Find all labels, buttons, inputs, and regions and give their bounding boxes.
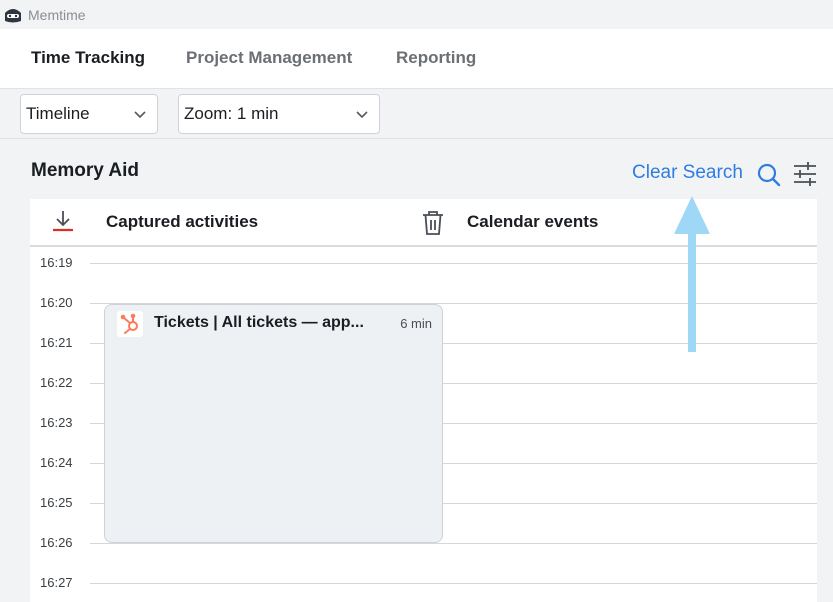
time-label: 16:21 xyxy=(40,335,73,350)
captured-activities-header: Captured activities xyxy=(106,212,259,231)
trash-icon[interactable] xyxy=(421,210,445,236)
timeline-row: 16:27 xyxy=(30,575,817,602)
time-gridline xyxy=(90,583,817,584)
zoom-select-value: Zoom: 1 min xyxy=(184,104,279,123)
filter-sliders-icon[interactable] xyxy=(792,161,818,187)
view-select[interactable]: Timeline xyxy=(20,94,158,134)
time-label: 16:26 xyxy=(40,535,73,550)
time-label: 16:20 xyxy=(40,295,73,310)
app-title: Memtime xyxy=(28,6,86,23)
time-gridline xyxy=(90,543,817,544)
time-label: 16:27 xyxy=(40,575,73,590)
tab-time-tracking[interactable]: Time Tracking xyxy=(31,48,145,68)
time-label: 16:19 xyxy=(40,255,73,270)
search-icon[interactable] xyxy=(756,162,782,188)
calendar-events-header: Calendar events xyxy=(467,212,599,231)
memtime-logo-icon xyxy=(2,4,24,26)
title-bar: Memtime xyxy=(0,0,833,29)
memory-aid-title: Memory Aid xyxy=(31,160,140,181)
time-label: 16:24 xyxy=(40,455,73,470)
chevron-down-icon xyxy=(356,111,368,119)
annotation-arrow-icon xyxy=(674,196,710,352)
chevron-down-icon xyxy=(134,111,146,119)
time-label: 16:25 xyxy=(40,495,73,510)
main-nav: Time Tracking Project Management Reporti… xyxy=(0,29,833,89)
time-label: 16:23 xyxy=(40,415,73,430)
view-select-value: Timeline xyxy=(26,104,90,123)
timeline-row: 16:26 xyxy=(30,535,817,583)
hubspot-icon xyxy=(117,311,143,337)
time-label: 16:22 xyxy=(40,375,73,390)
activity-block[interactable]: Tickets | All tickets — app... 6 min xyxy=(104,304,443,543)
tab-project-management[interactable]: Project Management xyxy=(186,48,352,68)
view-toolbar: Timeline Zoom: 1 min xyxy=(0,89,833,139)
activity-duration: 6 min xyxy=(400,316,432,331)
download-icon[interactable] xyxy=(50,208,76,234)
zoom-select[interactable]: Zoom: 1 min xyxy=(178,94,380,134)
tab-reporting[interactable]: Reporting xyxy=(396,48,476,68)
clear-search-button[interactable]: Clear Search xyxy=(632,162,743,184)
activity-title: Tickets | All tickets — app... xyxy=(154,314,364,331)
